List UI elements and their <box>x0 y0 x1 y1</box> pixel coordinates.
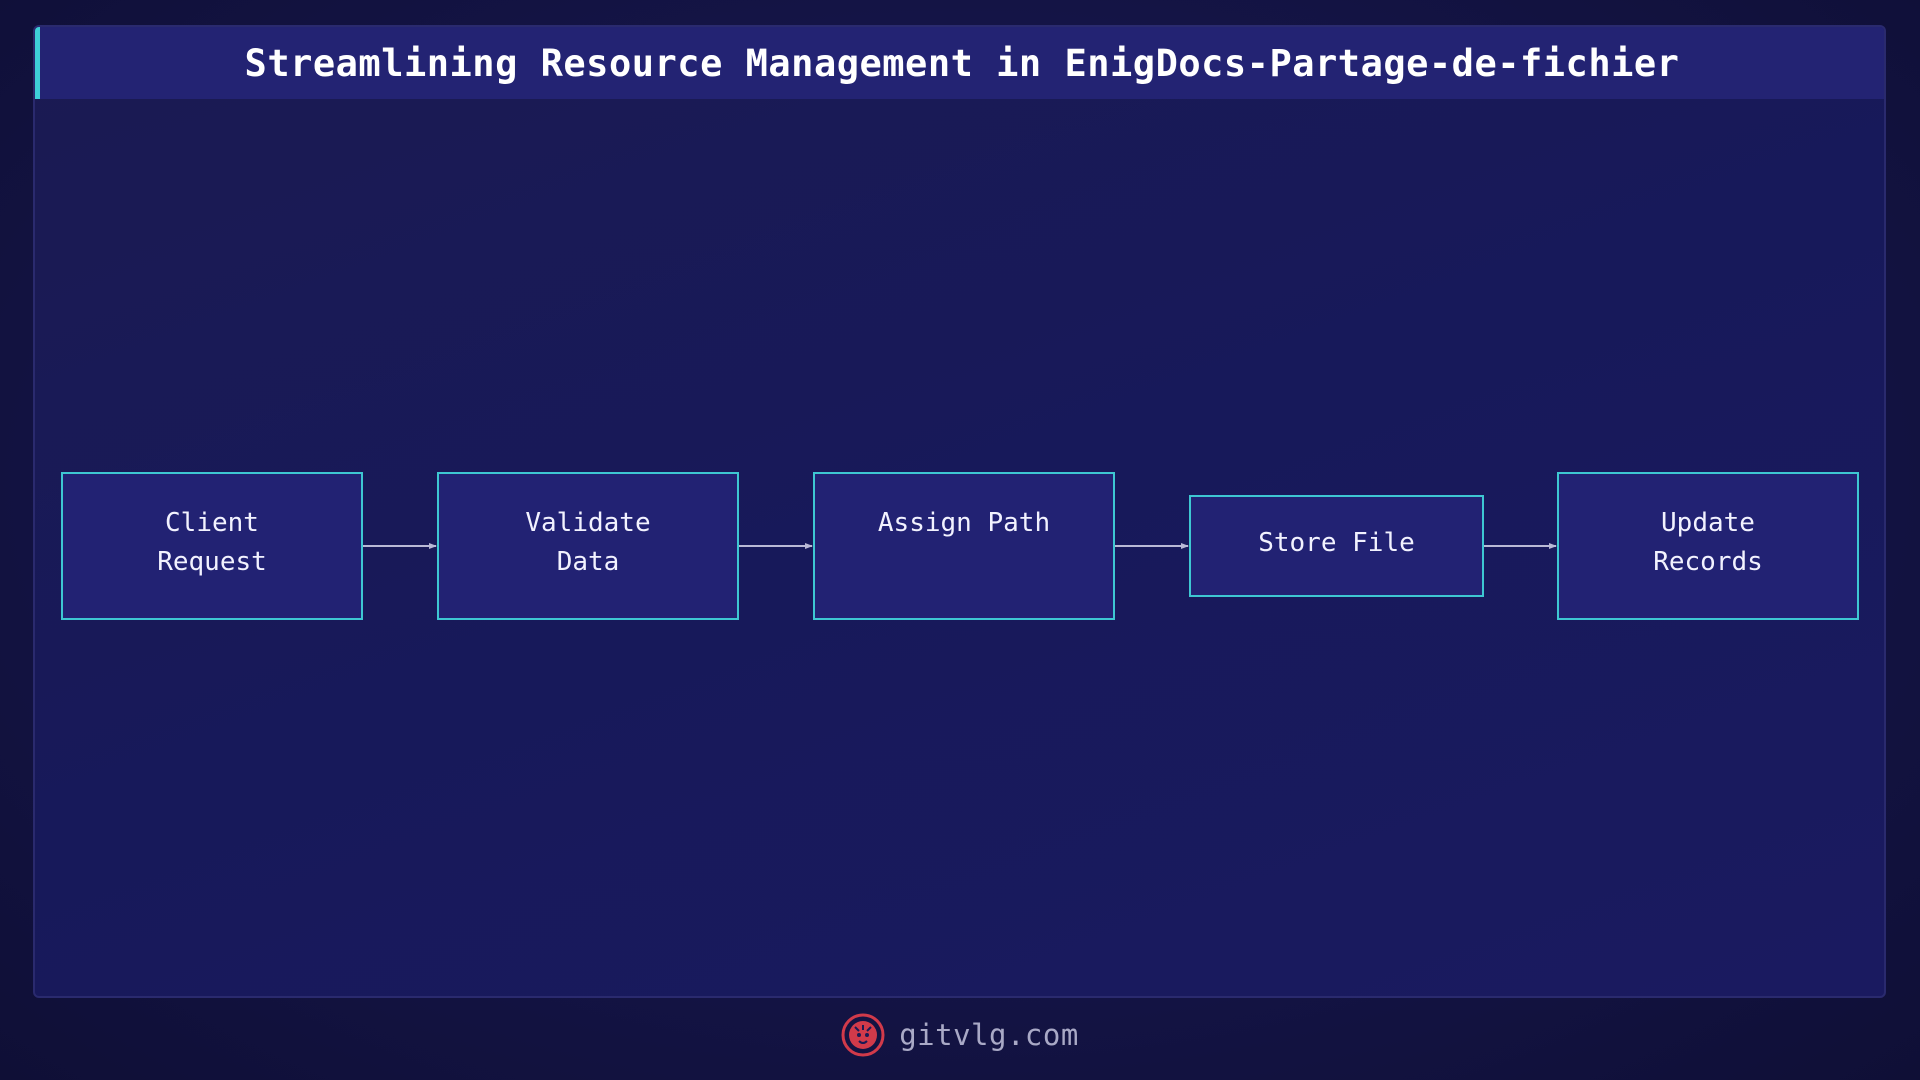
node-validate-data: Validate Data <box>437 472 739 620</box>
diagram-title: Streamlining Resource Management in Enig… <box>244 41 1680 85</box>
lion-head-icon <box>841 1013 885 1057</box>
node-update-records: Update Records <box>1557 472 1859 620</box>
node-client-request: Client Request <box>61 472 363 620</box>
footer: gitvlg.com <box>0 1012 1920 1058</box>
node-assign-path: Assign Path <box>813 472 1115 620</box>
footer-site-link[interactable]: gitvlg.com <box>899 1018 1079 1052</box>
title-bar: Streamlining Resource Management in Enig… <box>35 27 1884 99</box>
node-store-file: Store File <box>1189 495 1484 597</box>
